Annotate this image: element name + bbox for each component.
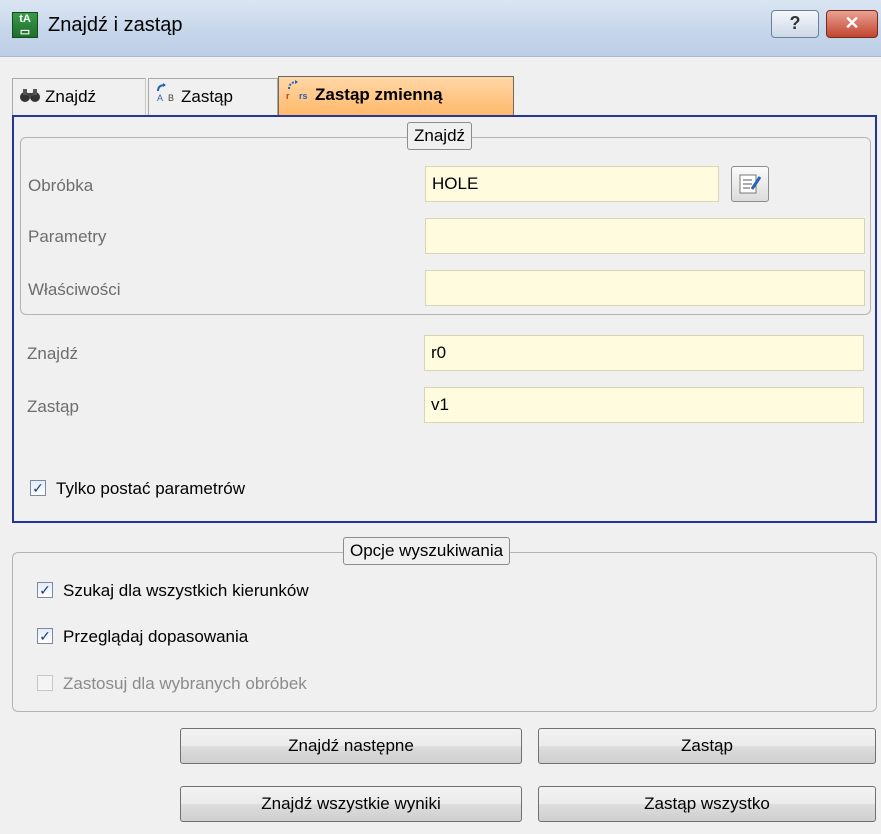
find-group-legend: Znajdź xyxy=(407,122,473,150)
search-all-directions-check-icon[interactable]: ✓ xyxy=(37,582,53,598)
find-value-field[interactable]: r0 xyxy=(424,335,864,371)
title-bar[interactable]: tA ▭ Znajdź i zastąp ? ✕ xyxy=(0,0,881,57)
find-all-button[interactable]: Znajdź wszystkie wyniki xyxy=(180,786,522,822)
browse-matches-check-icon[interactable]: ✓ xyxy=(37,628,53,644)
properties-label: Właściwości xyxy=(28,280,121,299)
svg-text:r: r xyxy=(286,91,290,101)
app-icon: tA ▭ xyxy=(12,12,38,38)
replace-value-field[interactable]: v1 xyxy=(424,387,864,423)
find-group: Znajdź Obróbka HOLE Parametry Właściwośc… xyxy=(20,122,871,315)
machining-label: Obróbka xyxy=(28,176,94,195)
tab-replace-variable-label: Zastąp zmienną xyxy=(315,85,443,104)
parameters-field[interactable] xyxy=(425,218,865,254)
machining-field[interactable]: HOLE xyxy=(425,166,719,202)
tab-find-label: Znajdź xyxy=(45,87,97,106)
window-title: Znajdź i zastąp xyxy=(48,14,183,36)
edit-list-icon xyxy=(739,174,762,194)
parameters-label: Parametry xyxy=(28,227,107,246)
tab-replace-variable[interactable]: r rs Zastąp zmienną xyxy=(278,76,514,116)
search-all-directions-label: Szukaj dla wszystkich kierunków xyxy=(63,581,309,600)
search-options-legend: Opcje wyszukiwania xyxy=(343,537,511,565)
tab-panel: Znajdź Obróbka HOLE Parametry Właściwośc… xyxy=(12,115,877,523)
find-replace-dialog: tA ▭ Znajdź i zastąp ? ✕ Znajdź A B Zast… xyxy=(0,0,881,834)
find-value-label: Znajdź xyxy=(27,344,79,363)
only-params-label: Tylko postać parametrów xyxy=(56,479,245,498)
replace-all-button[interactable]: Zastąp wszystko xyxy=(538,786,876,822)
tab-find[interactable]: Znajdź xyxy=(12,78,146,115)
properties-field[interactable] xyxy=(425,270,865,306)
replace-icon: A B xyxy=(155,80,177,116)
tab-replace[interactable]: A B Zastąp xyxy=(148,78,278,115)
replace-variable-icon: r rs xyxy=(285,78,311,114)
replace-button[interactable]: Zastąp xyxy=(538,728,876,764)
only-params-check-icon[interactable]: ✓ xyxy=(30,480,46,496)
find-next-button[interactable]: Znajdź następne xyxy=(180,728,522,764)
help-button[interactable]: ? xyxy=(771,10,819,38)
tab-replace-label: Zastąp xyxy=(181,87,233,106)
apply-selected-label: Zastosuj dla wybranych obróbek xyxy=(63,674,307,693)
replace-value-label: Zastąp xyxy=(27,397,79,416)
apply-selected-check-icon xyxy=(37,675,53,691)
search-options-group: Opcje wyszukiwania ✓ Szukaj dla wszystki… xyxy=(12,537,877,712)
svg-text:A: A xyxy=(157,93,163,103)
svg-text:B: B xyxy=(168,93,174,103)
pick-machining-button[interactable] xyxy=(731,166,769,202)
svg-text:rs: rs xyxy=(299,91,308,101)
binoculars-icon xyxy=(19,80,41,116)
close-button[interactable]: ✕ xyxy=(826,10,878,38)
browse-matches-label: Przeglądaj dopasowania xyxy=(63,627,249,646)
